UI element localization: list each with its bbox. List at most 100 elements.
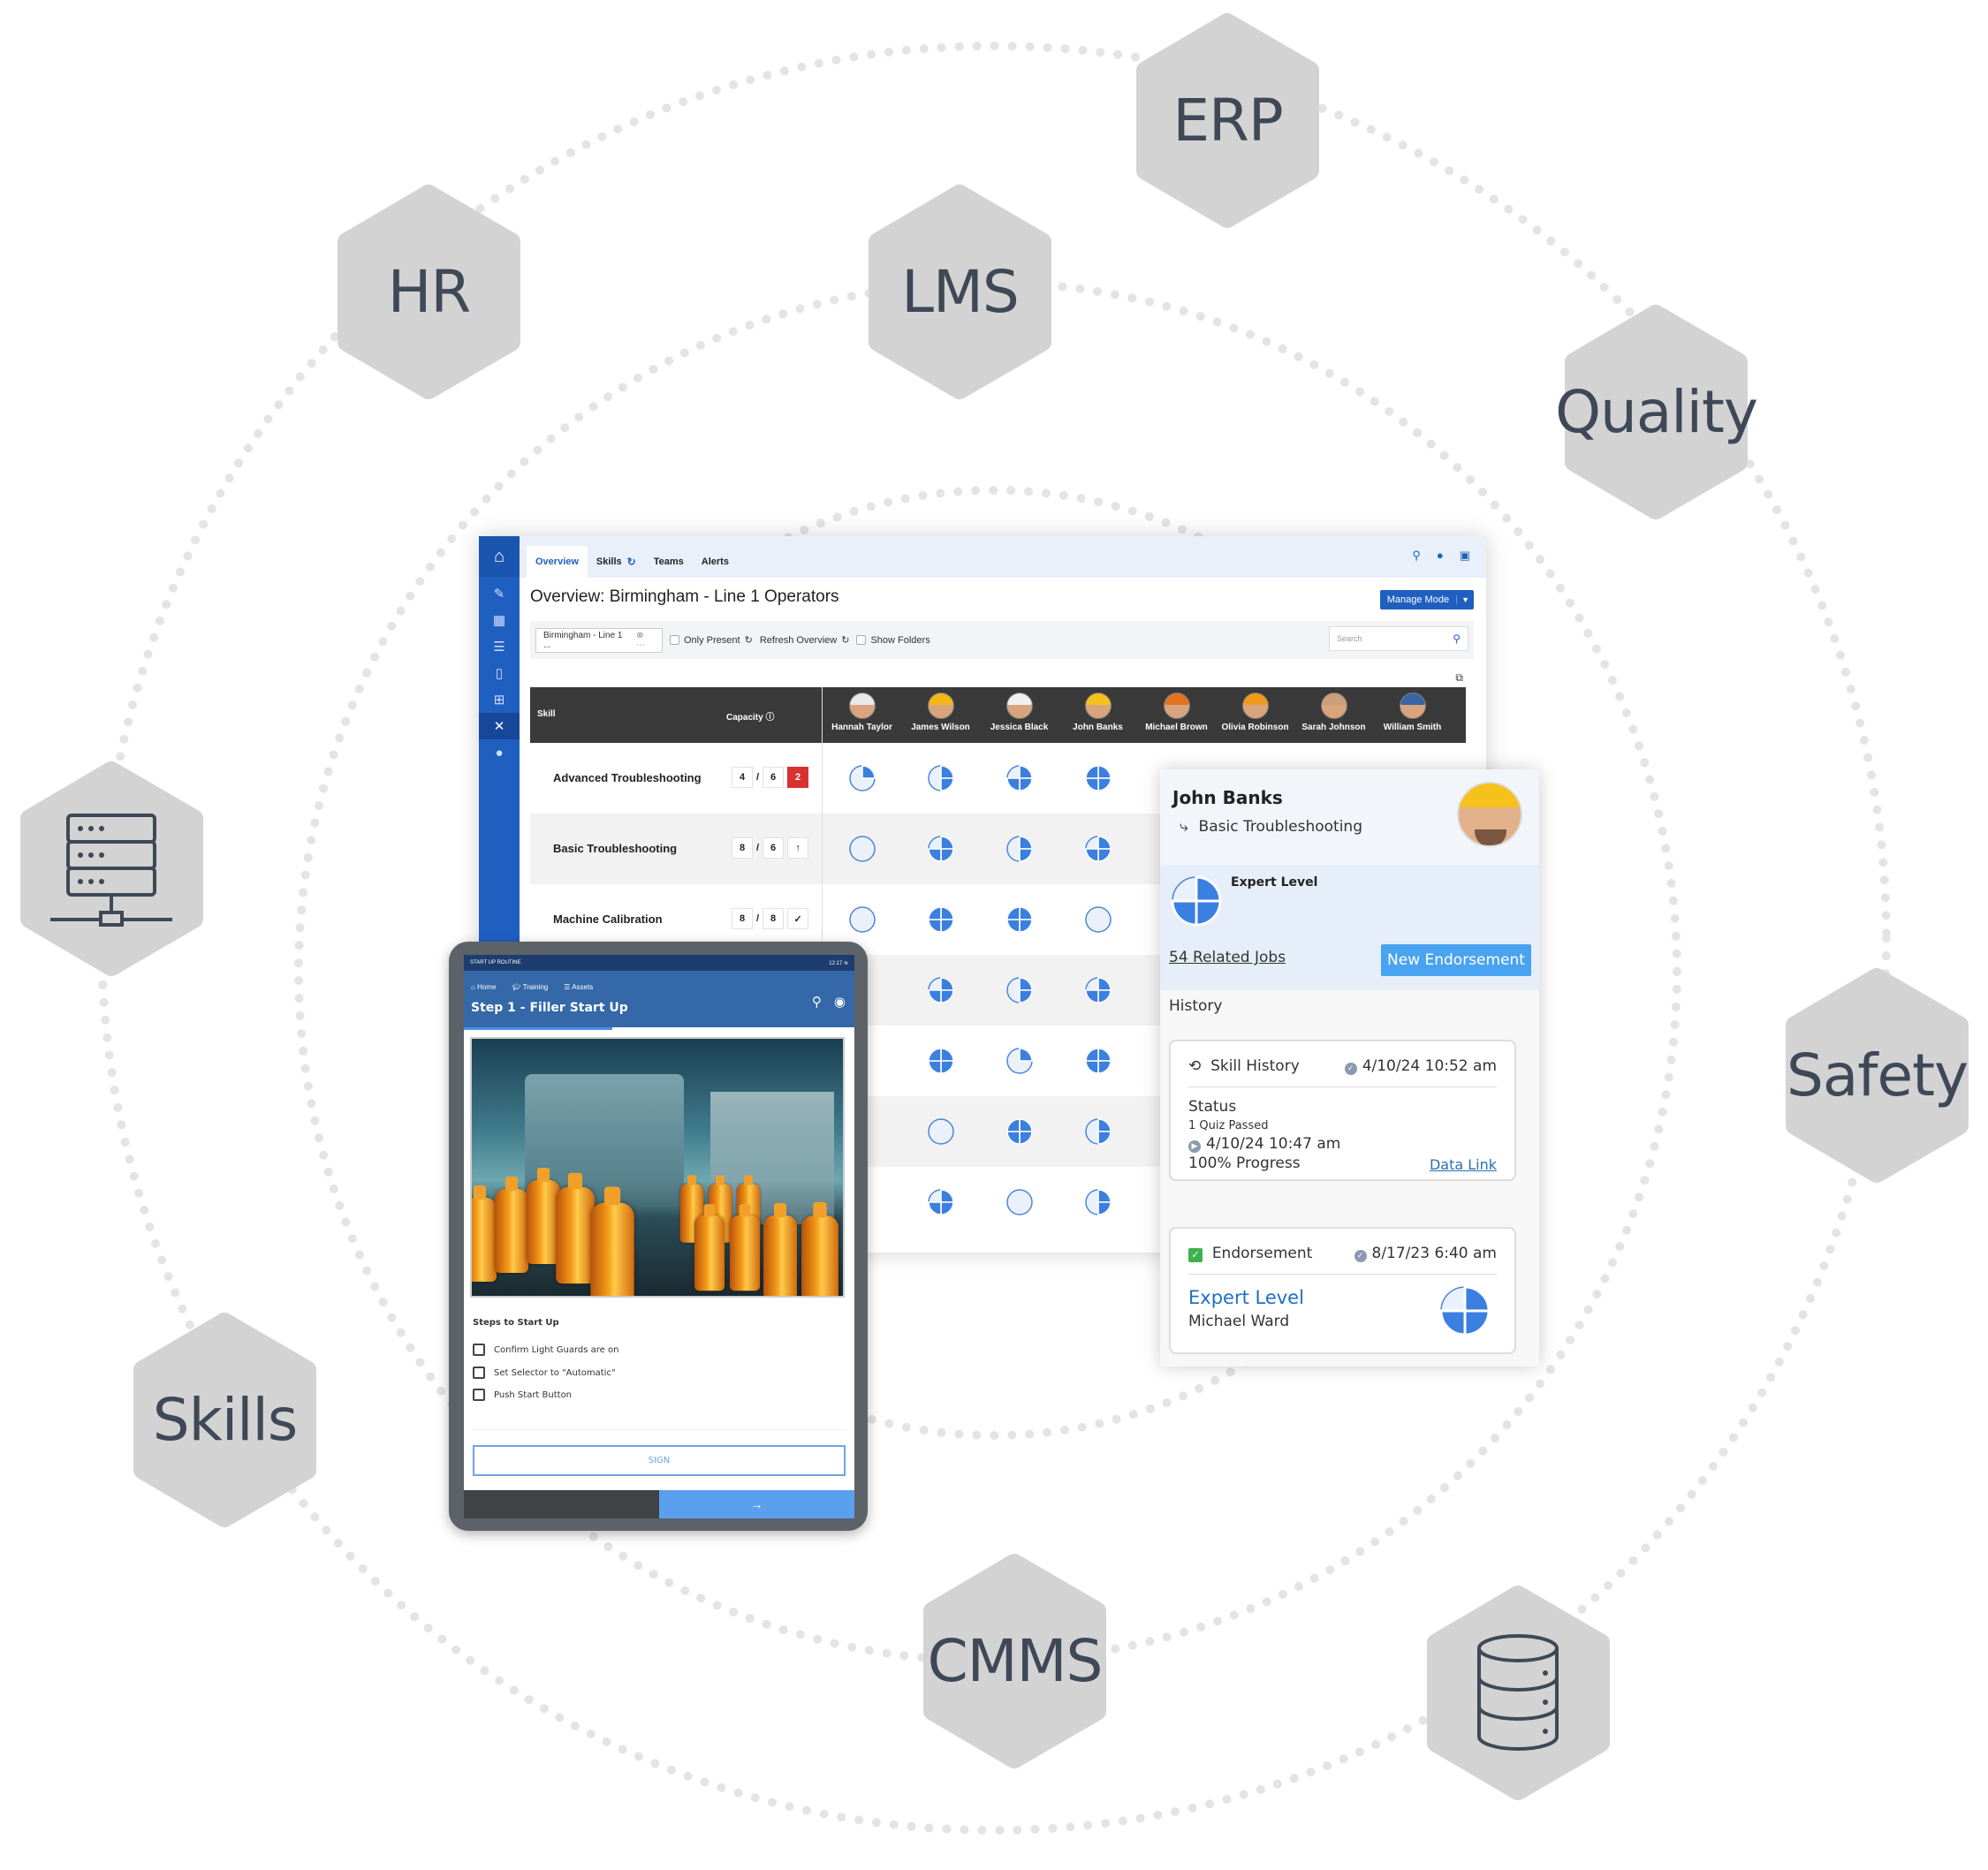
data-link[interactable]: Data Link [1430, 1156, 1497, 1173]
info-icon: ⓘ [765, 713, 775, 723]
capacity-column-header[interactable]: Capacity ⓘ [726, 709, 774, 723]
skill-level-pie[interactable] [848, 764, 876, 792]
refresh-overview-button[interactable]: Refresh Overview ↻ [760, 634, 850, 647]
skill-level-pie[interactable] [927, 835, 955, 863]
grid-icon[interactable]: ▦ [479, 607, 520, 633]
person-column-header[interactable]: Jessica Black [980, 693, 1058, 732]
nav-training[interactable]: 🎓︎ Training [512, 983, 548, 991]
pie-quadrant [928, 1048, 942, 1062]
org-chart-icon[interactable]: ⊞ [479, 686, 520, 713]
nav-assets[interactable]: ☰ Assets [564, 983, 593, 991]
pie-quadrant [940, 765, 954, 779]
skill-name[interactable]: Basic Troubleshooting [553, 842, 677, 855]
skill-level-pie[interactable] [1084, 976, 1112, 1004]
refresh-icon[interactable]: ↻ [627, 556, 636, 568]
new-endorsement-button[interactable]: New Endorsement [1381, 944, 1531, 976]
skill-level-pie[interactable] [1084, 1188, 1112, 1216]
step-progress [464, 1027, 612, 1030]
nav-home[interactable]: ⌂ Home [471, 983, 496, 991]
step-checkbox[interactable]: Confirm Light Guards are on [473, 1344, 618, 1356]
skill-level-pie[interactable] [1005, 905, 1034, 934]
skill-level-pie[interactable] [1005, 764, 1034, 792]
pie-quadrant [928, 848, 942, 862]
skill-level-pie[interactable] [927, 976, 955, 1004]
person-column-header[interactable]: Hannah Taylor [823, 693, 901, 732]
skill-level-pie[interactable] [1084, 1047, 1112, 1075]
skill-level-pie[interactable] [1005, 1117, 1034, 1146]
manage-mode-button[interactable]: Manage Mode ▼ [1379, 590, 1474, 609]
pie-quadrant [1019, 1118, 1033, 1132]
help-icon[interactable]: ● [1437, 549, 1444, 563]
person-column-header[interactable]: Michael Brown [1137, 693, 1216, 732]
skill-level-pie[interactable] [927, 764, 955, 792]
skill-level-pie[interactable] [1084, 835, 1112, 863]
person-name: James Wilson [911, 723, 970, 732]
tab-teams[interactable]: Teams [645, 546, 693, 578]
skill-level-pie[interactable] [927, 1047, 955, 1075]
skill-level-pie[interactable] [1005, 976, 1034, 1004]
filler-machine-photo [470, 1037, 845, 1298]
tab-overview[interactable]: Overview [527, 546, 588, 578]
panel-toggle-icon[interactable]: ▣ [1460, 549, 1470, 563]
search-input[interactable]: Search ⚲ [1329, 626, 1468, 651]
refresh-icon[interactable]: ↻ [745, 634, 753, 646]
show-folders-checkbox[interactable]: Show Folders [856, 635, 930, 646]
steps-heading: Steps to Start Up [473, 1318, 559, 1328]
group-select[interactable]: Birmingham - Line 1 ... ⊗ ⋯ [535, 627, 663, 653]
pie-quadrant [1085, 848, 1099, 862]
skill-name[interactable]: Machine Calibration [553, 912, 663, 926]
search-icon[interactable]: ⚲ [1453, 632, 1461, 645]
skill-level-pie[interactable] [1084, 1117, 1112, 1146]
person-column-header[interactable]: William Smith [1373, 693, 1452, 732]
person-column-header[interactable]: James Wilson [901, 693, 980, 732]
shortfall-badge: 2 [787, 767, 809, 788]
person-column-header[interactable]: John Banks [1058, 693, 1137, 732]
person-column-header[interactable]: Olivia Robinson [1216, 693, 1294, 732]
search-icon[interactable]: ⚲ [1412, 549, 1421, 563]
clock: 12:17 [829, 960, 843, 966]
chat-icon[interactable]: ● [479, 739, 520, 766]
search-icon[interactable]: ⚲ [812, 994, 822, 1010]
related-jobs-link[interactable]: 54 Related Jobs [1169, 949, 1286, 966]
step-checkbox[interactable]: Set Selector to "Automatic" [473, 1367, 616, 1379]
skill-name[interactable]: Advanced Troubleshooting [553, 771, 702, 784]
sign-button[interactable]: SIGN [473, 1445, 846, 1476]
capacity-required[interactable]: 6 [763, 837, 785, 859]
skill-level-pie[interactable] [1005, 1047, 1034, 1075]
next-button[interactable]: → [659, 1490, 854, 1518]
capacity-required[interactable]: 8 [763, 908, 785, 929]
skill-level-pie[interactable] [927, 1117, 955, 1146]
top-tabs: Overview Skills ↻ Teams Alerts ⚲ ● ▣ [520, 536, 1486, 578]
skill-level-pie[interactable] [1084, 905, 1112, 934]
sliders-icon[interactable]: ☰ [479, 633, 520, 660]
skill-column-header[interactable]: Skill [537, 709, 556, 719]
chevron-down-icon[interactable]: ▼ [1456, 595, 1474, 604]
person-column-header[interactable]: Sarah Johnson [1294, 693, 1373, 732]
skill-level-pie[interactable] [1005, 835, 1034, 863]
checkbox-checked-icon: ✓ [1188, 1248, 1203, 1262]
tools-icon[interactable]: ✕ [479, 713, 520, 739]
pie-quadrant [928, 919, 942, 933]
skill-level-pie[interactable] [1005, 1188, 1034, 1216]
skill-level-pie[interactable] [848, 905, 876, 934]
skill-level-pie[interactable] [848, 835, 876, 863]
account-icon[interactable]: ◉ [834, 994, 846, 1010]
pie-quadrant [928, 1060, 942, 1074]
skill-level-pie[interactable] [927, 1188, 955, 1216]
wifi-icon: ≋ [843, 960, 848, 966]
capacity-required[interactable]: 6 [763, 767, 785, 788]
tab-skills[interactable]: Skills ↻ [588, 546, 645, 578]
play-icon: ▶ [1188, 1140, 1201, 1153]
step-checkbox[interactable]: Push Start Button [473, 1389, 572, 1401]
home-icon[interactable]: ⌂ [479, 536, 520, 577]
endorser-name: Michael Ward [1188, 1313, 1290, 1330]
tab-alerts[interactable]: Alerts [693, 546, 738, 578]
clear-icon[interactable]: ⊗ ⋯ [636, 631, 655, 650]
export-icon[interactable]: ⧉ [1455, 671, 1463, 685]
nav-label: Training [522, 983, 549, 991]
skill-level-pie[interactable] [1084, 764, 1112, 792]
skill-level-pie[interactable] [927, 905, 955, 934]
document-icon[interactable]: ▯ [479, 660, 520, 686]
only-present-checkbox[interactable]: Only Present ↻ [670, 634, 753, 646]
pencil-icon[interactable]: ✎ [479, 580, 520, 607]
